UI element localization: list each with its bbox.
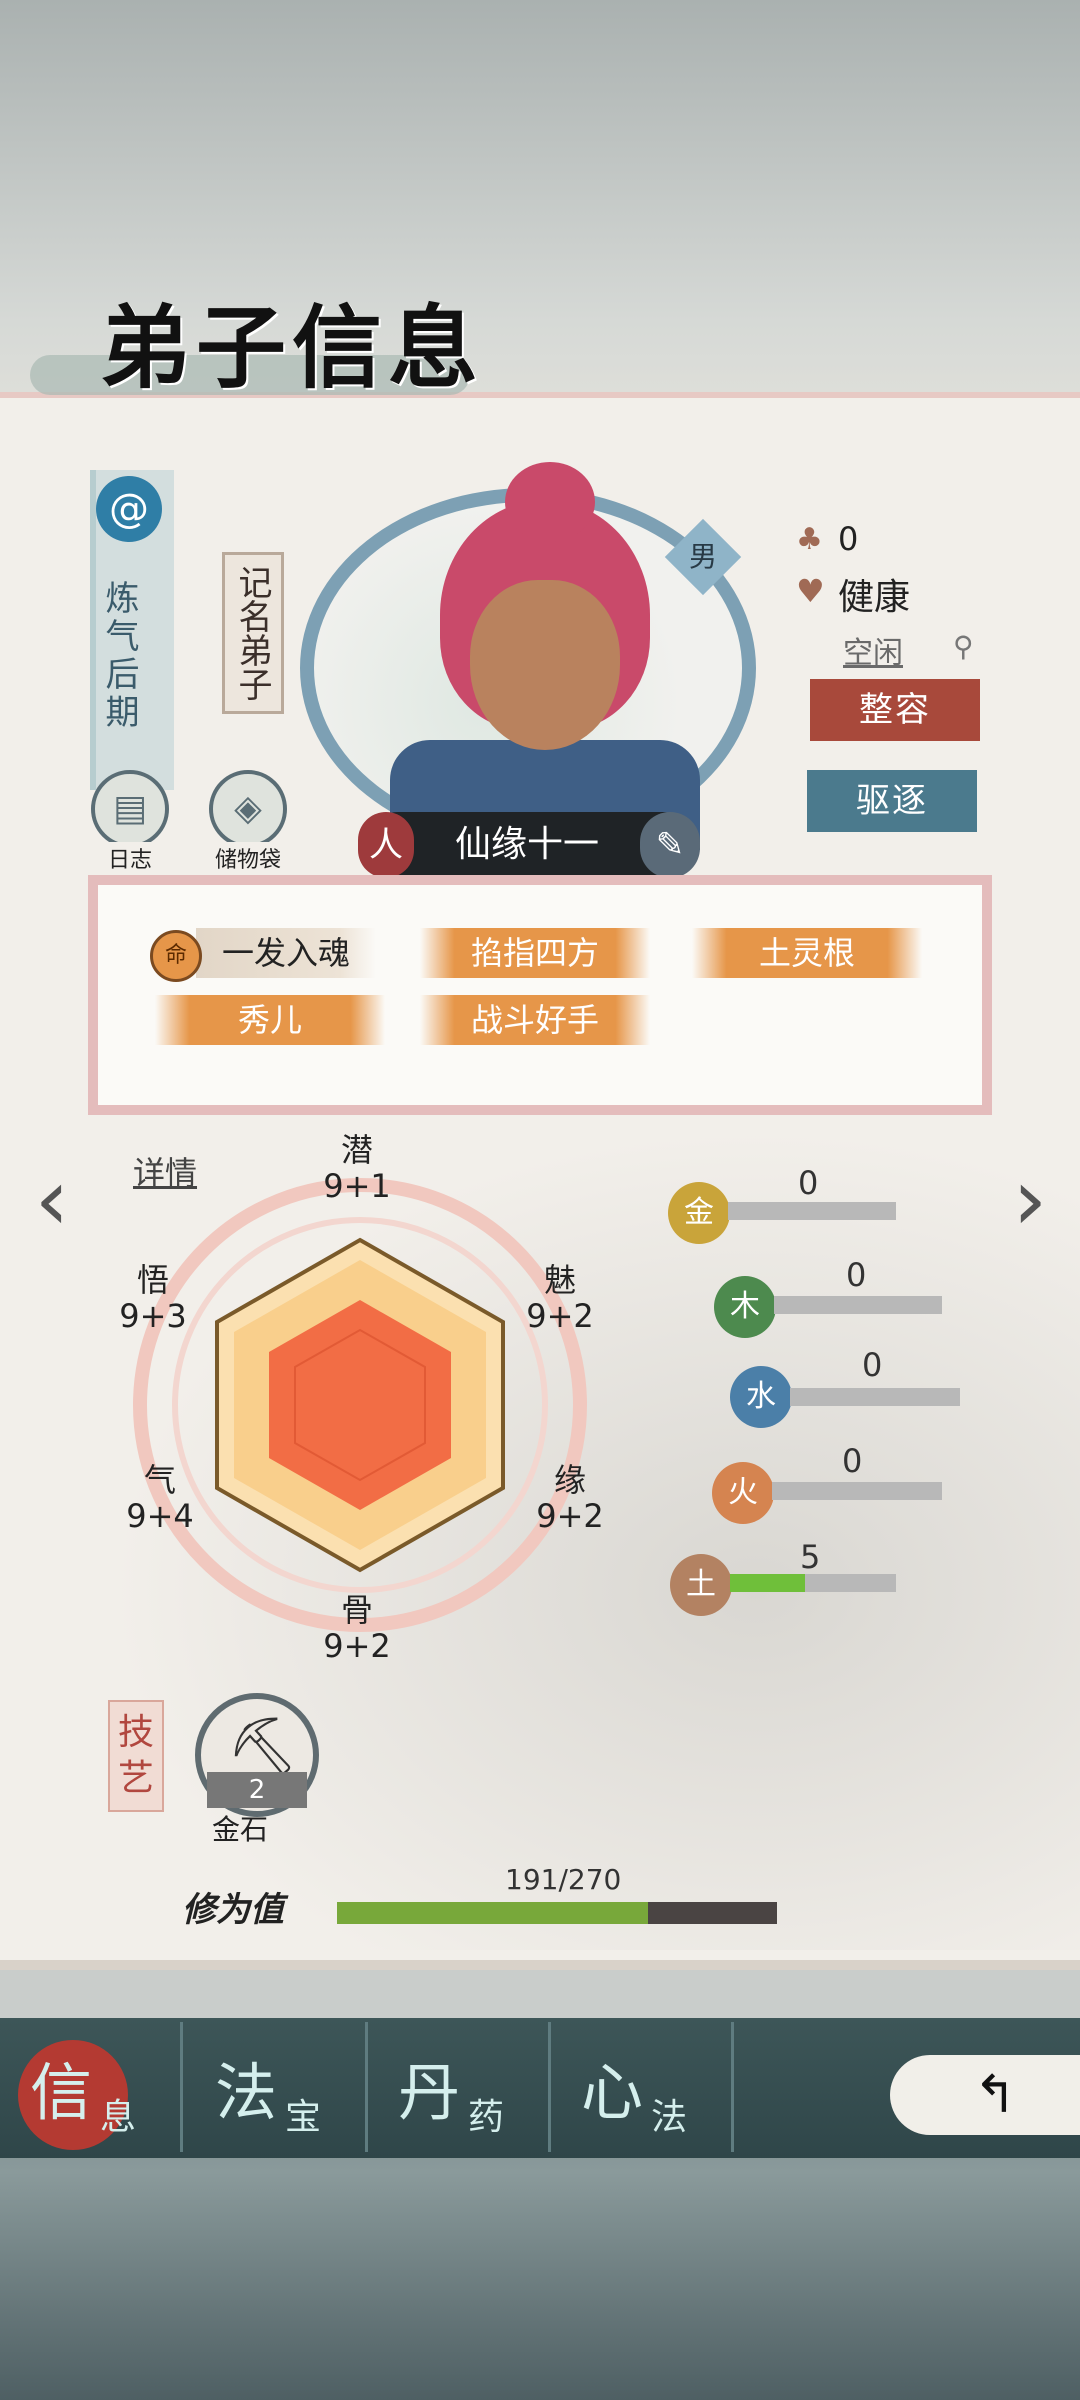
health-icon: ♥ [796, 572, 825, 610]
tab-techniques[interactable]: 心 法 [551, 2022, 734, 2152]
trait-tag[interactable]: 秀儿 [155, 995, 385, 1045]
stat-label: 潜 [340, 1131, 373, 1169]
portrait-face [470, 580, 620, 750]
tab-pills-sublabel: 药 [468, 2097, 505, 2138]
fate-icon: 命 [150, 930, 202, 982]
wood-value: 0 [846, 1256, 867, 1294]
stat-label: 悟 [136, 1261, 169, 1299]
tab-treasure-label: 法 [215, 2056, 278, 2129]
earth-element-icon: 土 [670, 1554, 732, 1616]
rename-button[interactable]: ✎ [640, 812, 700, 878]
cultivation-progress-text: 191/270 [505, 1863, 622, 1896]
earth-value: 5 [800, 1538, 821, 1576]
tab-pills-label: 丹 [398, 2056, 461, 2129]
stat-label: 骨 [340, 1591, 373, 1629]
metal-value: 0 [798, 1164, 819, 1202]
bag-icon: ◈ [209, 770, 287, 848]
trait-tag[interactable]: 战斗好手 [420, 995, 650, 1045]
metal-bar [728, 1202, 896, 1220]
back-arrow-icon[interactable]: ↰ [945, 2055, 1045, 2135]
expel-button[interactable]: 驱逐 [807, 770, 977, 832]
realm-label: 炼气后期 [99, 580, 139, 732]
rank-label: 记名弟子 [222, 552, 284, 714]
stat-bone: 骨 9+2 [312, 1592, 402, 1664]
stat-fortune: 缘 9+2 [525, 1462, 615, 1534]
stat-label: 缘 [553, 1461, 586, 1499]
tab-pills[interactable]: 丹 药 [368, 2022, 551, 2152]
stat-charm: 魅 9+2 [515, 1262, 605, 1334]
tab-info-label: 信 [30, 2056, 93, 2129]
stat-value: 9+4 [126, 1497, 194, 1535]
stat-value: 9+2 [536, 1497, 604, 1535]
person-icon: 人 [358, 812, 414, 878]
storage-bag-label: 储物袋 [210, 842, 285, 874]
stat-insight: 悟 9+3 [108, 1262, 198, 1334]
tab-info[interactable]: 信 息 [0, 2022, 183, 2152]
skill-name: 金石 [212, 1813, 269, 1846]
activity-status-link[interactable]: 空闲 [843, 628, 903, 672]
water-element-icon: 水 [730, 1366, 792, 1428]
pickaxe-icon: ⛏ [227, 1714, 299, 1779]
health-status: 健康 [838, 577, 911, 618]
tab-techniques-label: 心 [581, 2056, 644, 2129]
tab-info-sublabel: 息 [100, 2097, 137, 2138]
cultivation-label: 修为值 [182, 1890, 284, 1930]
attribute-radar [133, 1178, 587, 1632]
stat-value: 9+3 [119, 1297, 187, 1335]
skill-level: 2 [207, 1772, 307, 1808]
stat-label: 魅 [543, 1261, 576, 1299]
cultivation-progress-fill [337, 1902, 649, 1924]
tab-treasure-sublabel: 宝 [285, 2097, 322, 2138]
stat-value: 9+1 [323, 1167, 391, 1205]
mushroom-icon: ♣ [796, 522, 823, 557]
disciple-name: 仙缘十一 [454, 824, 599, 865]
makeover-button[interactable]: 整容 [810, 679, 980, 741]
journal-label: 日志 [103, 842, 156, 874]
next-disciple-arrow-icon[interactable]: › [1000, 1150, 1060, 1250]
fire-element-icon: 火 [712, 1462, 774, 1524]
book-icon: ▤ [91, 770, 169, 848]
location-pin-icon[interactable]: ⚲ [953, 630, 974, 663]
portrait-hair-bun [505, 462, 595, 542]
fire-bar [772, 1482, 942, 1500]
count-value: 0 [838, 520, 859, 558]
trait-tag[interactable]: 掐指四方 [420, 928, 650, 978]
earth-bar-fill [730, 1574, 805, 1592]
tab-treasure[interactable]: 法 宝 [185, 2022, 368, 2152]
water-value: 0 [862, 1346, 883, 1384]
page-title: 弟子信息 [100, 295, 484, 401]
tab-techniques-sublabel: 法 [651, 2097, 688, 2138]
stat-potential: 潜 9+1 [312, 1132, 402, 1204]
stat-qi: 气 9+4 [115, 1462, 205, 1534]
swirl-icon: @ [96, 476, 162, 542]
gender-label: 男 [688, 540, 717, 573]
journal-button[interactable]: ▤ 日志 [85, 770, 175, 874]
fire-value: 0 [842, 1442, 863, 1480]
storage-bag-button[interactable]: ◈ 储物袋 [203, 770, 293, 874]
water-bar [790, 1388, 960, 1406]
metal-element-icon: 金 [668, 1182, 730, 1244]
trait-tag[interactable]: 土灵根 [692, 928, 922, 978]
wood-bar [774, 1296, 942, 1314]
stat-value: 9+2 [323, 1627, 391, 1665]
skill-section-tag: 技艺 [108, 1700, 164, 1812]
prev-disciple-arrow-icon[interactable]: ‹ [22, 1150, 82, 1250]
stat-value: 9+2 [526, 1297, 594, 1335]
wood-element-icon: 木 [714, 1276, 776, 1338]
trait-tag[interactable]: 一发入魂 [196, 928, 376, 978]
earth-bar [730, 1574, 896, 1592]
stat-label: 气 [143, 1461, 176, 1499]
